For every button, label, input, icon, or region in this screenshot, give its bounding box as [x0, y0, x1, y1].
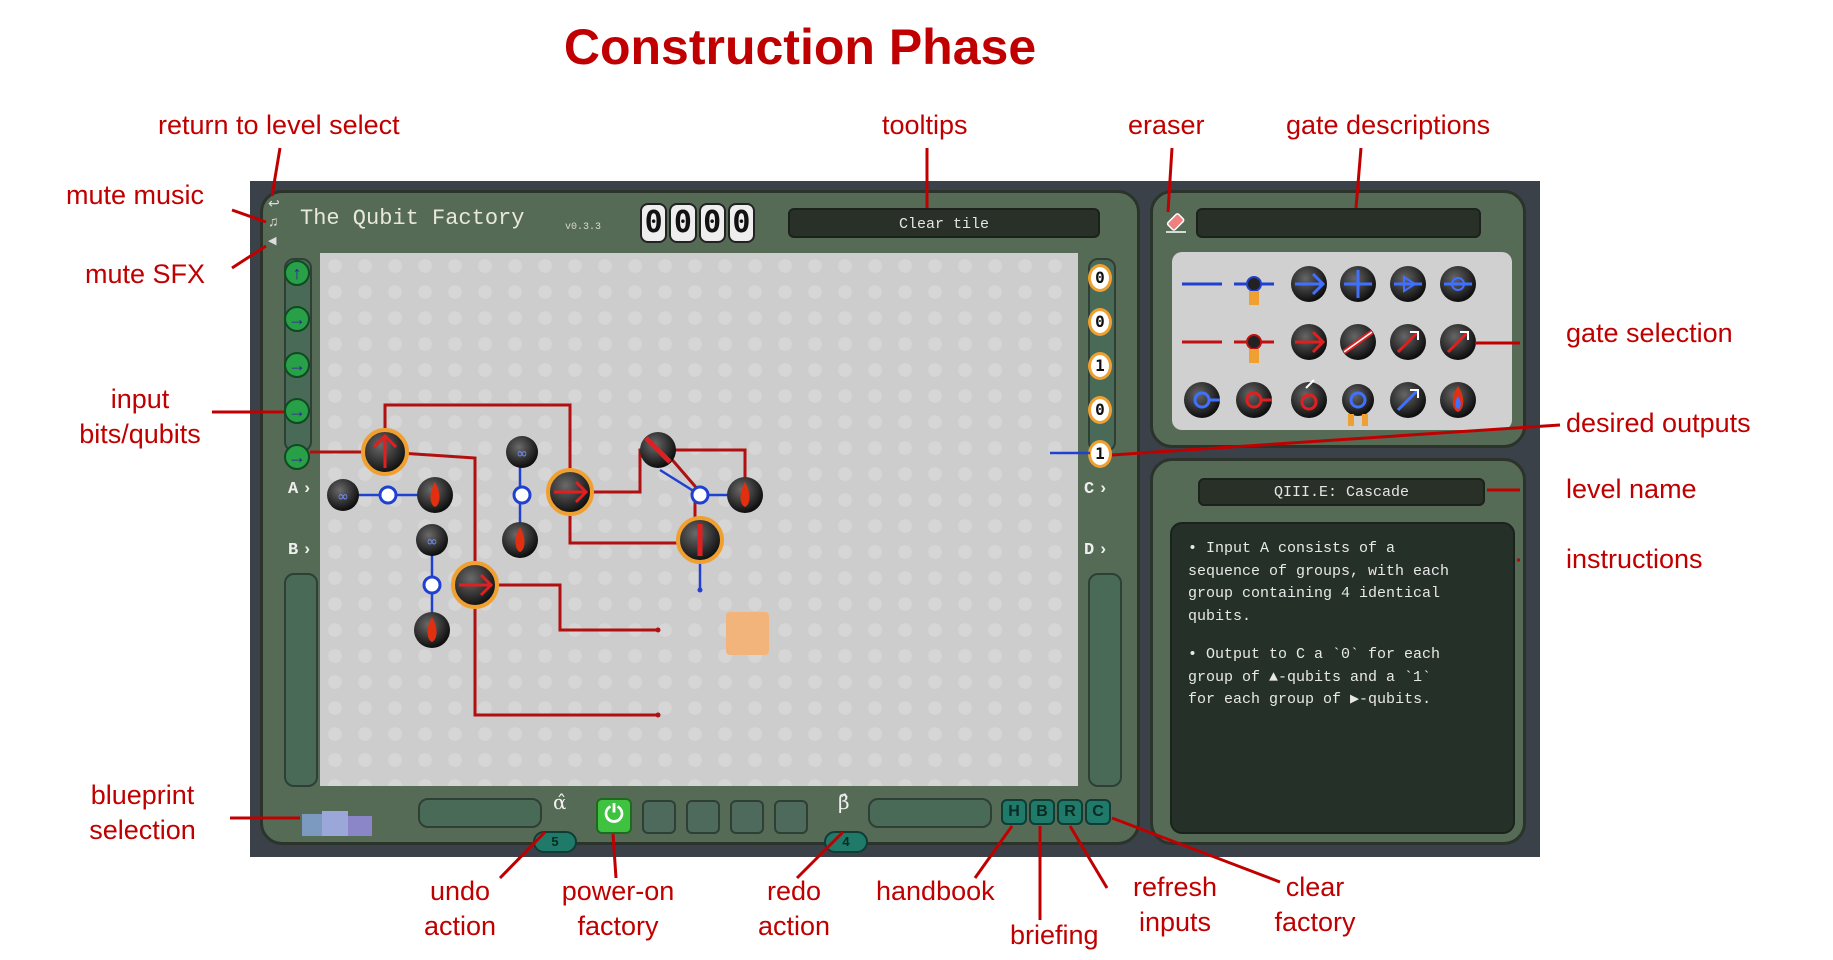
annotation-mute-sfx: mute SFX	[85, 259, 206, 289]
annotation-clear-factory: clear factory	[1274, 872, 1356, 937]
annotation-level-name: level name	[1566, 474, 1697, 504]
annotation-redo-action: redo action	[757, 876, 831, 941]
annotation-tooltips: tooltips	[882, 110, 968, 140]
annotation-undo-action: undo action	[423, 876, 497, 941]
annotation-eraser: eraser	[1128, 110, 1205, 140]
annotation-return-to-level-select: return to level select	[158, 110, 400, 140]
annotation-gate-descriptions: gate descriptions	[1286, 110, 1491, 140]
annotation-gate-selection: gate selection	[1566, 318, 1733, 348]
annotation-input-bits: input bits/qubits	[79, 384, 201, 449]
annotation-instructions: instructions	[1566, 544, 1703, 574]
annotation-handbook: handbook	[876, 876, 995, 906]
annotation-leaders	[212, 147, 1561, 920]
annotation-briefing: briefing	[1010, 920, 1099, 950]
annotation-power-on-factory: power-on factory	[561, 876, 675, 941]
annotation-desired-outputs: desired outputs	[1566, 408, 1751, 438]
annotation-mute-music: mute music	[66, 180, 205, 210]
annotation-blueprint-selection: blueprint selection	[89, 780, 196, 845]
annotation-refresh-inputs: refresh inputs	[1132, 872, 1218, 937]
